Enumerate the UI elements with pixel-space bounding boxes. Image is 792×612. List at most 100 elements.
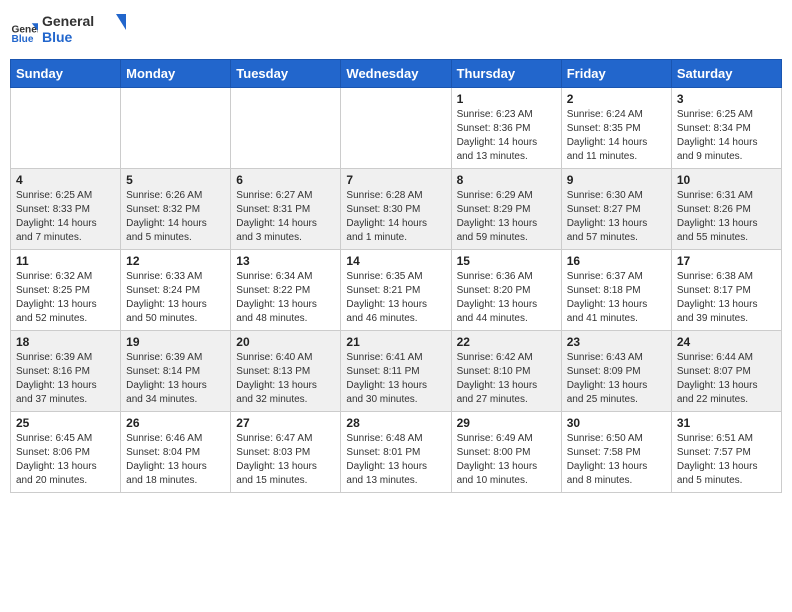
day-number: 19 bbox=[126, 335, 225, 349]
day-header-saturday: Saturday bbox=[671, 59, 781, 87]
logo: General Blue General Blue bbox=[10, 10, 132, 53]
day-info: Sunrise: 6:48 AM Sunset: 8:01 PM Dayligh… bbox=[346, 432, 445, 488]
day-info: Sunrise: 6:42 AM Sunset: 8:10 PM Dayligh… bbox=[457, 351, 556, 407]
calendar-cell: 20 Sunrise: 6:40 AM Sunset: 8:13 PM Dayli… bbox=[231, 330, 341, 411]
calendar-week-2: 4 Sunrise: 6:25 AM Sunset: 8:33 PM Daylig… bbox=[11, 168, 782, 249]
day-info: Sunrise: 6:25 AM Sunset: 8:33 PM Dayligh… bbox=[16, 189, 115, 245]
calendar-cell: 18 Sunrise: 6:39 AM Sunset: 8:16 PM Dayli… bbox=[11, 330, 121, 411]
page-header: General Blue General Blue bbox=[10, 10, 782, 53]
calendar-cell: 26Sunrise: 6:46 AM Sunset: 8:04 PM Dayli… bbox=[121, 411, 231, 492]
calendar-cell: 4 Sunrise: 6:25 AM Sunset: 8:33 PM Daylig… bbox=[11, 168, 121, 249]
calendar-cell: 11 Sunrise: 6:32 AM Sunset: 8:25 PM Dayli… bbox=[11, 249, 121, 330]
day-info: Sunrise: 6:43 AM Sunset: 8:09 PM Dayligh… bbox=[567, 351, 666, 407]
day-number: 7 bbox=[346, 173, 445, 187]
day-info: Sunrise: 6:29 AM Sunset: 8:29 PM Dayligh… bbox=[457, 189, 556, 245]
calendar-header-row: SundayMondayTuesdayWednesdayThursdayFrid… bbox=[11, 59, 782, 87]
day-info: Sunrise: 6:39 AM Sunset: 8:14 PM Dayligh… bbox=[126, 351, 225, 407]
calendar-cell: 10 Sunrise: 6:31 AM Sunset: 8:26 PM Dayli… bbox=[671, 168, 781, 249]
calendar-cell: 21 Sunrise: 6:41 AM Sunset: 8:11 PM Dayli… bbox=[341, 330, 451, 411]
logo-svg: General Blue bbox=[42, 10, 132, 48]
calendar-week-3: 11 Sunrise: 6:32 AM Sunset: 8:25 PM Dayli… bbox=[11, 249, 782, 330]
svg-text:General: General bbox=[42, 13, 94, 29]
day-info: Sunrise: 6:25 AM Sunset: 8:34 PM Dayligh… bbox=[677, 108, 776, 164]
calendar-cell: 24 Sunrise: 6:44 AM Sunset: 8:07 PM Dayli… bbox=[671, 330, 781, 411]
day-header-tuesday: Tuesday bbox=[231, 59, 341, 87]
day-number: 1 bbox=[457, 92, 556, 106]
day-info: Sunrise: 6:23 AM Sunset: 8:36 PM Dayligh… bbox=[457, 108, 556, 164]
calendar-cell: 30Sunrise: 6:50 AM Sunset: 7:58 PM Dayli… bbox=[561, 411, 671, 492]
calendar-cell: 31 Sunrise: 6:51 AM Sunset: 7:57 PM Dayli… bbox=[671, 411, 781, 492]
day-header-friday: Friday bbox=[561, 59, 671, 87]
calendar-cell bbox=[11, 87, 121, 168]
day-info: Sunrise: 6:27 AM Sunset: 8:31 PM Dayligh… bbox=[236, 189, 335, 245]
calendar-week-5: 25Sunrise: 6:45 AM Sunset: 8:06 PM Dayli… bbox=[11, 411, 782, 492]
calendar-week-1: 1 Sunrise: 6:23 AM Sunset: 8:36 PM Daylig… bbox=[11, 87, 782, 168]
day-number: 3 bbox=[677, 92, 776, 106]
day-info: Sunrise: 6:38 AM Sunset: 8:17 PM Dayligh… bbox=[677, 270, 776, 326]
day-info: Sunrise: 6:44 AM Sunset: 8:07 PM Dayligh… bbox=[677, 351, 776, 407]
calendar-week-4: 18 Sunrise: 6:39 AM Sunset: 8:16 PM Dayli… bbox=[11, 330, 782, 411]
day-number: 29 bbox=[457, 416, 556, 430]
day-number: 24 bbox=[677, 335, 776, 349]
calendar-cell: 17 Sunrise: 6:38 AM Sunset: 8:17 PM Dayli… bbox=[671, 249, 781, 330]
day-header-wednesday: Wednesday bbox=[341, 59, 451, 87]
day-info: Sunrise: 6:32 AM Sunset: 8:25 PM Dayligh… bbox=[16, 270, 115, 326]
calendar-cell: 16Sunrise: 6:37 AM Sunset: 8:18 PM Dayli… bbox=[561, 249, 671, 330]
calendar-cell: 23 Sunrise: 6:43 AM Sunset: 8:09 PM Dayli… bbox=[561, 330, 671, 411]
calendar-cell: 28 Sunrise: 6:48 AM Sunset: 8:01 PM Dayli… bbox=[341, 411, 451, 492]
day-info: Sunrise: 6:34 AM Sunset: 8:22 PM Dayligh… bbox=[236, 270, 335, 326]
calendar-cell: 12Sunrise: 6:33 AM Sunset: 8:24 PM Dayli… bbox=[121, 249, 231, 330]
svg-text:Blue: Blue bbox=[42, 29, 73, 45]
svg-text:Blue: Blue bbox=[12, 34, 34, 45]
calendar-cell bbox=[341, 87, 451, 168]
day-info: Sunrise: 6:49 AM Sunset: 8:00 PM Dayligh… bbox=[457, 432, 556, 488]
calendar-cell: 27 Sunrise: 6:47 AM Sunset: 8:03 PM Dayli… bbox=[231, 411, 341, 492]
calendar-cell: 14Sunrise: 6:35 AM Sunset: 8:21 PM Dayli… bbox=[341, 249, 451, 330]
day-number: 22 bbox=[457, 335, 556, 349]
calendar-cell: 7Sunrise: 6:28 AM Sunset: 8:30 PM Daylig… bbox=[341, 168, 451, 249]
day-number: 31 bbox=[677, 416, 776, 430]
calendar-cell: 29 Sunrise: 6:49 AM Sunset: 8:00 PM Dayli… bbox=[451, 411, 561, 492]
day-info: Sunrise: 6:41 AM Sunset: 8:11 PM Dayligh… bbox=[346, 351, 445, 407]
day-number: 18 bbox=[16, 335, 115, 349]
calendar-cell: 9 Sunrise: 6:30 AM Sunset: 8:27 PM Daylig… bbox=[561, 168, 671, 249]
day-info: Sunrise: 6:50 AM Sunset: 7:58 PM Dayligh… bbox=[567, 432, 666, 488]
day-number: 21 bbox=[346, 335, 445, 349]
day-number: 10 bbox=[677, 173, 776, 187]
day-info: Sunrise: 6:46 AM Sunset: 8:04 PM Dayligh… bbox=[126, 432, 225, 488]
day-number: 9 bbox=[567, 173, 666, 187]
day-number: 17 bbox=[677, 254, 776, 268]
day-number: 16 bbox=[567, 254, 666, 268]
day-number: 8 bbox=[457, 173, 556, 187]
calendar-cell: 22 Sunrise: 6:42 AM Sunset: 8:10 PM Dayli… bbox=[451, 330, 561, 411]
day-info: Sunrise: 6:47 AM Sunset: 8:03 PM Dayligh… bbox=[236, 432, 335, 488]
day-info: Sunrise: 6:31 AM Sunset: 8:26 PM Dayligh… bbox=[677, 189, 776, 245]
calendar-cell bbox=[121, 87, 231, 168]
day-number: 27 bbox=[236, 416, 335, 430]
day-info: Sunrise: 6:35 AM Sunset: 8:21 PM Dayligh… bbox=[346, 270, 445, 326]
day-info: Sunrise: 6:36 AM Sunset: 8:20 PM Dayligh… bbox=[457, 270, 556, 326]
day-header-thursday: Thursday bbox=[451, 59, 561, 87]
calendar-cell: 25Sunrise: 6:45 AM Sunset: 8:06 PM Dayli… bbox=[11, 411, 121, 492]
day-number: 11 bbox=[16, 254, 115, 268]
day-number: 20 bbox=[236, 335, 335, 349]
day-number: 4 bbox=[16, 173, 115, 187]
day-info: Sunrise: 6:39 AM Sunset: 8:16 PM Dayligh… bbox=[16, 351, 115, 407]
day-info: Sunrise: 6:30 AM Sunset: 8:27 PM Dayligh… bbox=[567, 189, 666, 245]
day-info: Sunrise: 6:40 AM Sunset: 8:13 PM Dayligh… bbox=[236, 351, 335, 407]
calendar-cell: 19 Sunrise: 6:39 AM Sunset: 8:14 PM Dayli… bbox=[121, 330, 231, 411]
calendar-cell: 13Sunrise: 6:34 AM Sunset: 8:22 PM Dayli… bbox=[231, 249, 341, 330]
calendar-cell: 6Sunrise: 6:27 AM Sunset: 8:31 PM Daylig… bbox=[231, 168, 341, 249]
day-number: 23 bbox=[567, 335, 666, 349]
day-info: Sunrise: 6:51 AM Sunset: 7:57 PM Dayligh… bbox=[677, 432, 776, 488]
calendar-cell: 15Sunrise: 6:36 AM Sunset: 8:20 PM Dayli… bbox=[451, 249, 561, 330]
day-number: 28 bbox=[346, 416, 445, 430]
day-header-monday: Monday bbox=[121, 59, 231, 87]
calendar-cell: 2Sunrise: 6:24 AM Sunset: 8:35 PM Daylig… bbox=[561, 87, 671, 168]
day-number: 2 bbox=[567, 92, 666, 106]
calendar-cell: 3 Sunrise: 6:25 AM Sunset: 8:34 PM Daylig… bbox=[671, 87, 781, 168]
logo-icon: General Blue bbox=[10, 17, 38, 45]
day-info: Sunrise: 6:26 AM Sunset: 8:32 PM Dayligh… bbox=[126, 189, 225, 245]
day-info: Sunrise: 6:33 AM Sunset: 8:24 PM Dayligh… bbox=[126, 270, 225, 326]
calendar-cell: 1 Sunrise: 6:23 AM Sunset: 8:36 PM Daylig… bbox=[451, 87, 561, 168]
